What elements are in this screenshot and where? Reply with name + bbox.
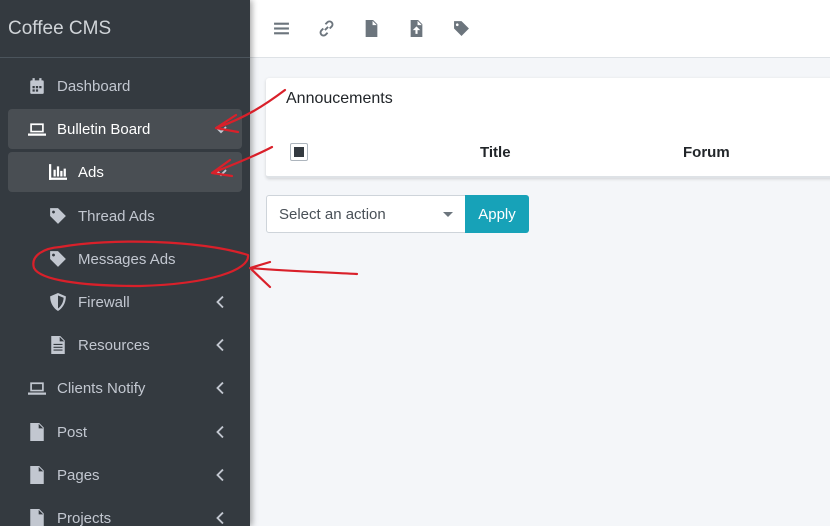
chevron-left-icon (214, 511, 228, 525)
sidebar-item-dashboard[interactable]: Dashboard (8, 66, 242, 106)
caret-down-icon (443, 212, 453, 217)
sidebar-item-label: Clients Notify (57, 379, 146, 397)
tag-icon[interactable] (452, 20, 470, 38)
laptop-icon (27, 119, 47, 139)
column-header-title[interactable]: Title (480, 144, 511, 161)
chevron-down-icon (214, 165, 228, 179)
sidebar-item-firewall[interactable]: Firewall (8, 282, 242, 322)
sidebar-item-label: Firewall (78, 293, 130, 311)
apply-button[interactable]: Apply (465, 195, 529, 233)
file-icon (27, 508, 47, 526)
bar-chart-icon (48, 162, 68, 182)
sidebar-item-post[interactable]: Post (8, 412, 242, 452)
chevron-down-icon (214, 122, 228, 136)
file-upload-icon[interactable] (407, 20, 425, 38)
announcements-card: Annoucements Title Forum (266, 78, 830, 178)
sidebar-item-label: Projects (57, 509, 112, 526)
bulk-action-select[interactable]: Select an action (266, 195, 466, 233)
file-icon (27, 465, 47, 485)
sidebar-item-label: Resources (78, 336, 150, 354)
card-title: Annoucements (286, 90, 393, 107)
chevron-left-icon (214, 425, 228, 439)
sidebar-item-label: Pages (57, 466, 100, 484)
shield-icon (48, 292, 68, 312)
calendar-icon (27, 76, 47, 96)
chevron-left-icon (214, 381, 228, 395)
column-header-forum[interactable]: Forum (683, 144, 730, 161)
sidebar-item-messages-ads[interactable]: Messages Ads (8, 239, 242, 279)
file-icon[interactable] (362, 20, 380, 38)
chevron-left-icon (214, 338, 228, 352)
sidebar-item-label: Post (57, 423, 88, 441)
sidebar-item-label: Thread Ads (78, 207, 155, 225)
menu-icon[interactable] (272, 20, 290, 38)
file-icon (27, 422, 47, 442)
sidebar: Coffee CMS Dashboard Bulletin Board Ads (0, 0, 250, 526)
top-toolbar (250, 0, 830, 58)
link-icon[interactable] (317, 20, 335, 38)
chevron-left-icon (214, 295, 228, 309)
select-value: Select an action (279, 205, 386, 223)
file-icon (48, 335, 68, 355)
chevron-left-icon (214, 468, 228, 482)
tag-icon (48, 249, 68, 269)
sidebar-item-label: Bulletin Board (57, 120, 151, 138)
sidebar-item-clients-notify[interactable]: Clients Notify (8, 368, 242, 408)
tag-icon (48, 206, 68, 226)
sidebar-item-bulletin-board[interactable]: Bulletin Board (8, 109, 242, 149)
sidebar-item-projects[interactable]: Projects (8, 498, 242, 526)
sidebar-item-label: Messages Ads (78, 250, 176, 268)
select-all-checkbox[interactable] (290, 143, 308, 161)
annotation-arrow-messages-ads (248, 260, 359, 289)
brand-title[interactable]: Coffee CMS (0, 0, 250, 58)
laptop-icon (27, 378, 47, 398)
sidebar-item-label: Dashboard (57, 77, 131, 95)
sidebar-item-ads[interactable]: Ads (8, 152, 242, 192)
sidebar-item-label: Ads (78, 163, 104, 181)
sidebar-item-thread-ads[interactable]: Thread Ads (8, 196, 242, 236)
sidebar-item-pages[interactable]: Pages (8, 455, 242, 495)
sidebar-item-resources[interactable]: Resources (8, 325, 242, 365)
